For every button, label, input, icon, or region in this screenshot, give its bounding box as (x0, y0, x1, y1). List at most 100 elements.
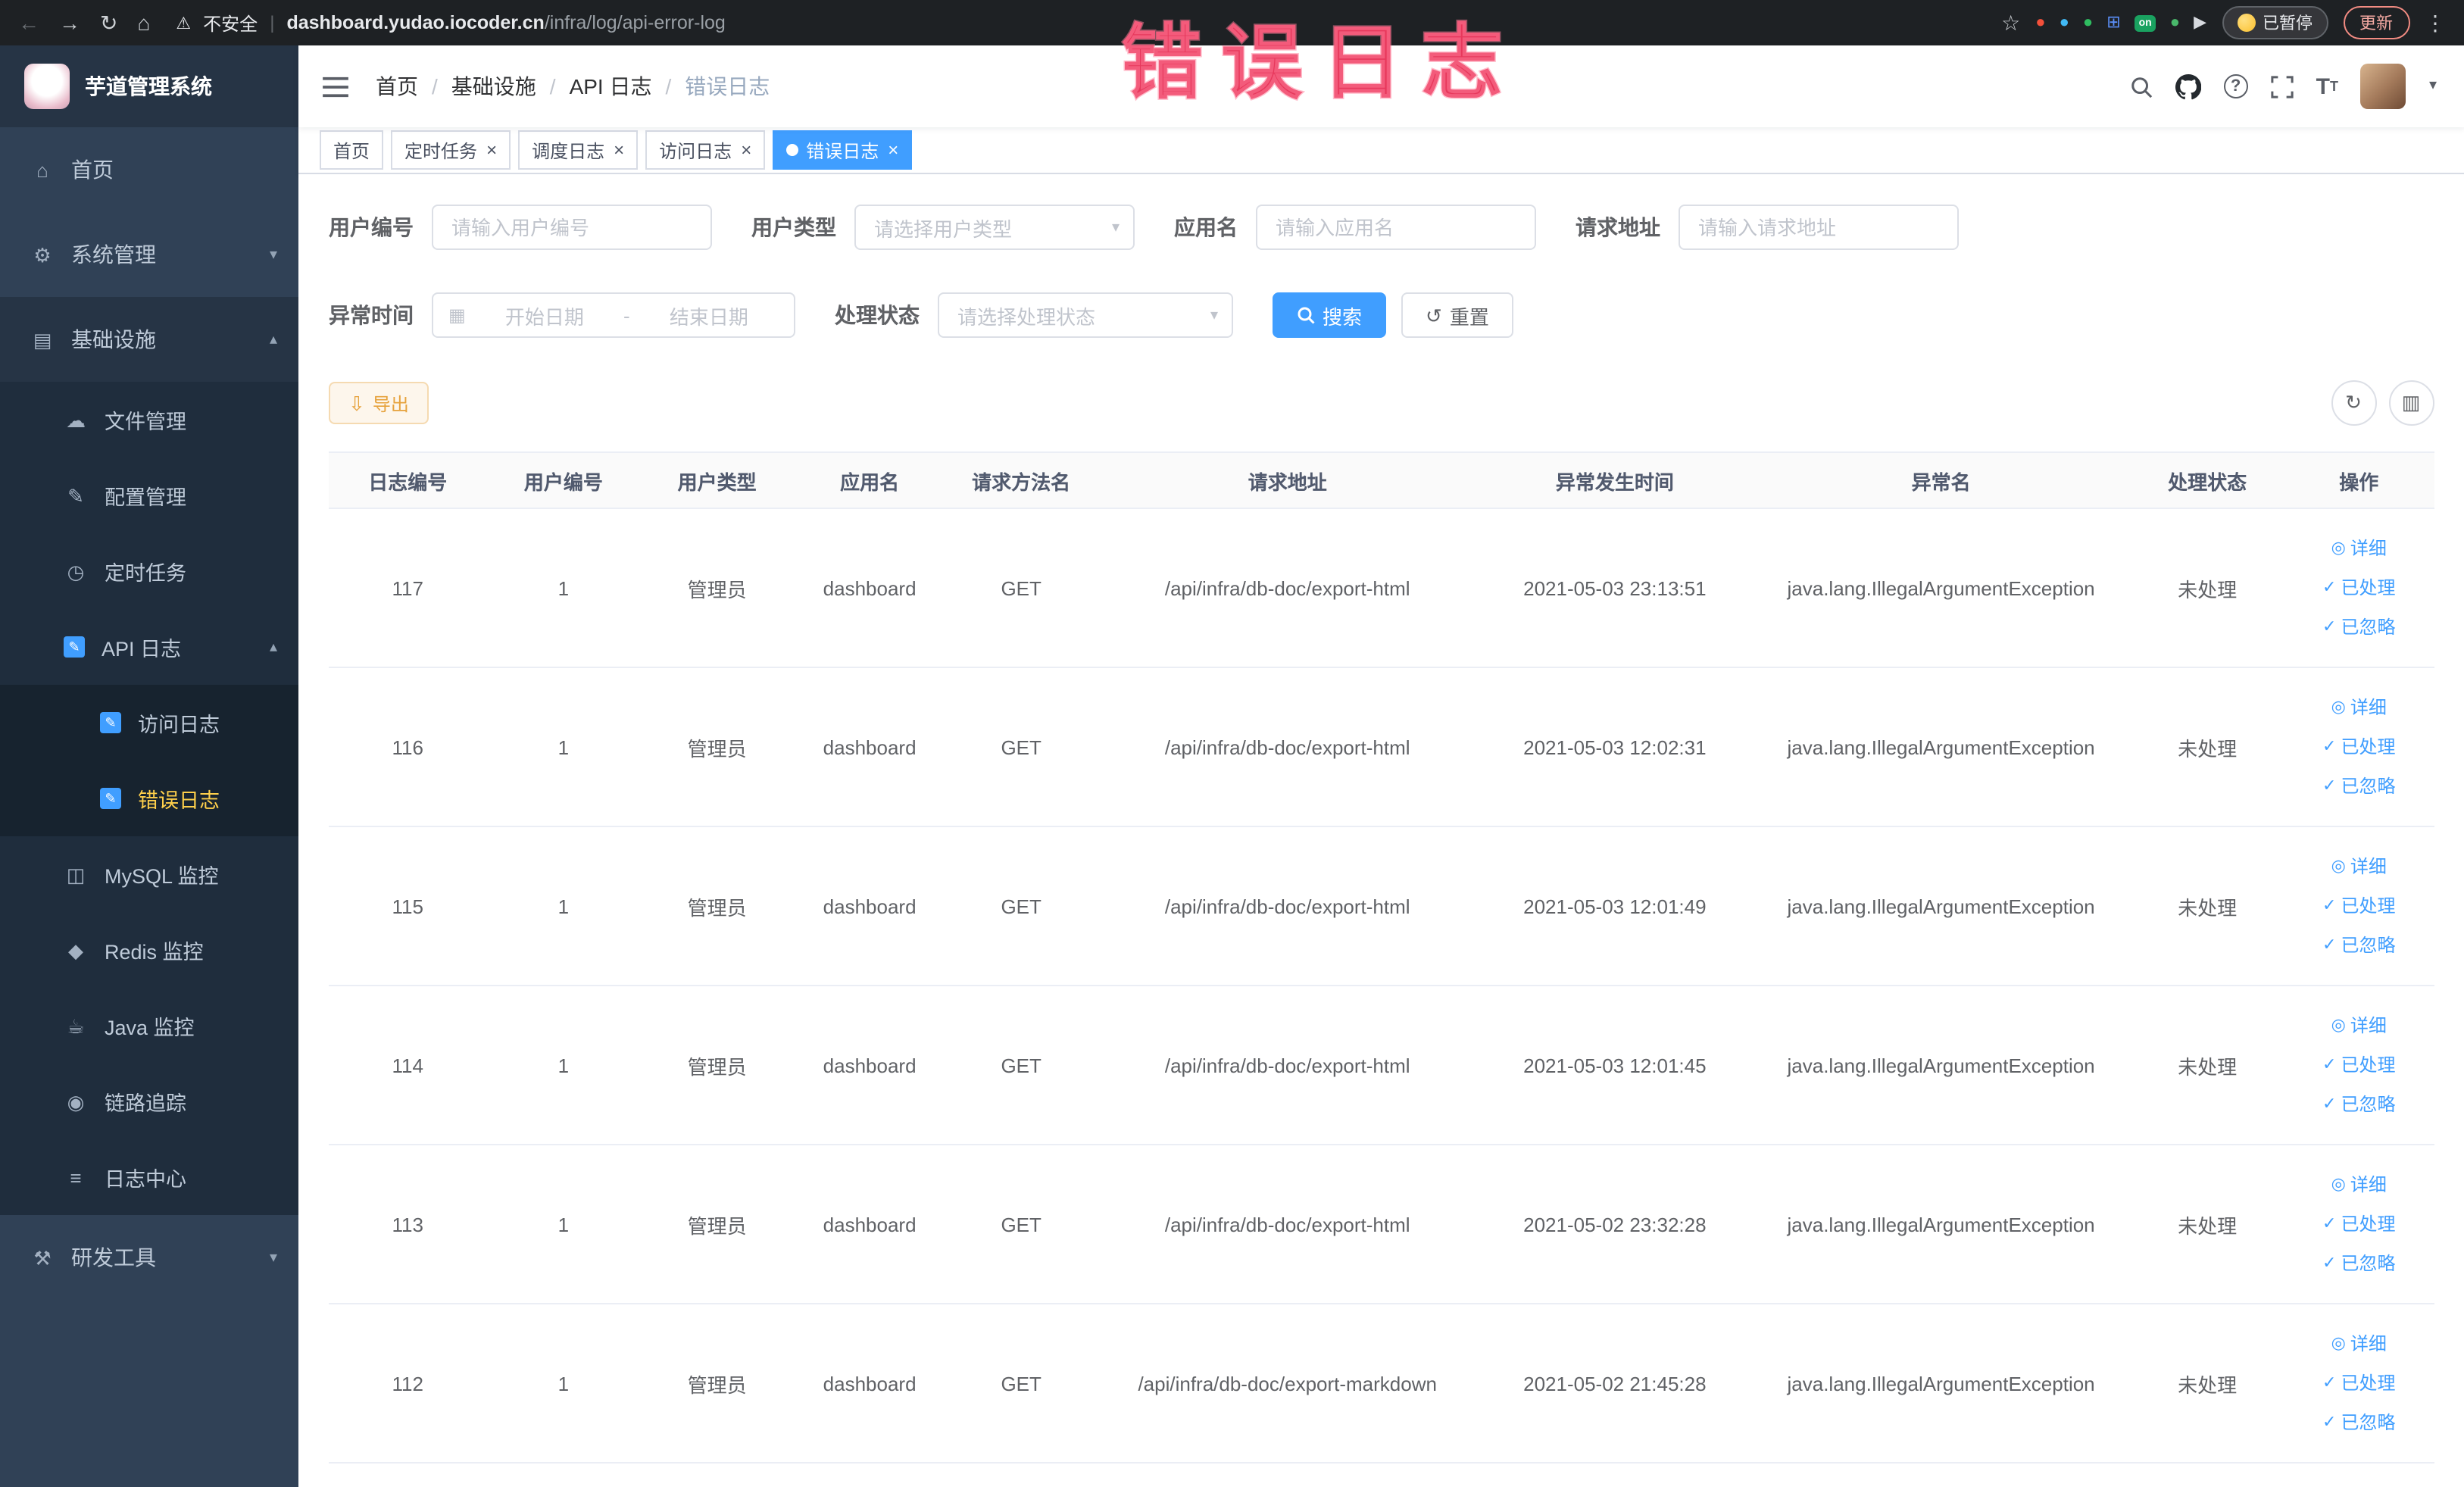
action-processed[interactable]: ✓ 已处理 (2291, 727, 2428, 767)
app-name-input[interactable] (1256, 205, 1536, 250)
browser-reload-icon[interactable]: ↻ (100, 12, 117, 33)
action-ignored[interactable]: ✓ 已忽略 (2291, 1244, 2428, 1283)
cell-log-id: 112 (329, 1304, 487, 1464)
paused-badge[interactable]: 已暂停 (2222, 6, 2328, 39)
request-url-input[interactable] (1679, 205, 1959, 250)
user-id-input[interactable] (432, 205, 712, 250)
action-processed[interactable]: ✓ 已处理 (2291, 1364, 2428, 1403)
extension-on-badge-icon[interactable]: on (2134, 14, 2156, 31)
extension-pointer-icon[interactable]: ▶ (2194, 14, 2206, 31)
hamburger-icon[interactable] (323, 75, 348, 98)
browser-back-icon[interactable]: ← (18, 12, 39, 33)
tab-home[interactable]: 首页 (320, 130, 384, 170)
bookmark-star-icon[interactable]: ☆ (2001, 12, 2020, 33)
paused-badge-label: 已暂停 (2263, 15, 2313, 33)
fullscreen-icon[interactable] (2270, 75, 2294, 98)
reset-button-label: 重置 (1449, 305, 1489, 328)
avatar-caret-down-icon[interactable]: ▾ (2429, 78, 2437, 94)
search-icon[interactable] (2130, 75, 2153, 98)
action-ignored[interactable]: ✓ 已忽略 (2291, 608, 2428, 647)
sidebar-item-system-management[interactable]: ⚙ 系统管理 ▾ (0, 212, 298, 297)
action-detail[interactable]: ◎ 详细 (2291, 1324, 2428, 1364)
action-detail-icon: ◎ (2331, 1017, 2346, 1035)
action-ignored[interactable]: ✓ 已忽略 (2291, 926, 2428, 965)
sidebar-item-error-log[interactable]: ✎ 错误日志 (0, 761, 298, 836)
action-processed[interactable]: ✓ 已处理 (2291, 1045, 2428, 1085)
browser-menu-icon[interactable]: ⋮ (2425, 12, 2446, 33)
search-button[interactable]: 搜索 (1273, 292, 1387, 338)
tab-scheduled-jobs[interactable]: 定时任务 × (391, 130, 511, 170)
action-ignored[interactable]: ✓ 已忽略 (2291, 1403, 2428, 1442)
action-ignored[interactable]: ✓ 已忽略 (2291, 767, 2428, 806)
sidebar-item-access-log[interactable]: ✎ 访问日志 (0, 685, 298, 761)
breadcrumb-item-3[interactable]: API 日志 (570, 71, 652, 102)
date-range-picker[interactable]: ▦ 开始日期 - 结束日期 (432, 292, 795, 338)
reset-button[interactable]: ↺ 重置 (1401, 292, 1513, 338)
tab-close-icon[interactable]: × (614, 139, 624, 161)
sidebar-item-mysql-monitor[interactable]: ◫ MySQL 监控 (0, 836, 298, 912)
update-button[interactable]: 更新 (2343, 6, 2409, 39)
tab-error-log[interactable]: 错误日志 × (773, 130, 913, 170)
action-detail[interactable]: ◎ 详细 (2291, 1006, 2428, 1045)
sidebar-item-log-center[interactable]: ≡ 日志中心 (0, 1139, 298, 1215)
extension-green-circle-icon[interactable]: ● (2083, 14, 2093, 31)
extension-leaf-icon[interactable]: ● (2170, 14, 2180, 31)
action-detail[interactable]: ◎ 详细 (2291, 1165, 2428, 1204)
action-ignored[interactable]: ✓ 已忽略 (2291, 1085, 2428, 1124)
security-label[interactable]: 不安全 (203, 10, 258, 36)
action-ignored-icon: ✓ (2322, 777, 2337, 795)
user-avatar[interactable] (2360, 64, 2406, 109)
breadcrumb-separator: / (432, 74, 438, 98)
cell-user-type: 管理员 (640, 1145, 795, 1304)
sidebar-item-dev-tools[interactable]: ⚒ 研发工具 ▾ (0, 1215, 298, 1300)
sidebar-item-redis-monitor[interactable]: ◆ Redis 监控 (0, 912, 298, 988)
sidebar-item-file-management[interactable]: ☁ 文件管理 (0, 382, 298, 458)
cell-url: /api/infra/db-doc/export-html (1097, 1145, 1479, 1304)
extension-red-circle-icon[interactable]: ● (2035, 14, 2045, 31)
extension-blue-drop-icon[interactable]: ● (2060, 14, 2069, 31)
column-settings-button[interactable]: ▥ (2388, 380, 2434, 426)
sidebar-item-config-management[interactable]: ✎ 配置管理 (0, 458, 298, 533)
tab-label: 调度日志 (532, 140, 605, 161)
action-detail-label: 详细 (2350, 1174, 2387, 1195)
sidebar-item-trace[interactable]: ◉ 链路追踪 (0, 1064, 298, 1139)
sidebar-item-home[interactable]: ⌂ 首页 (0, 127, 298, 212)
tab-close-icon[interactable]: × (888, 139, 898, 161)
action-detail[interactable]: ◎ 详细 (2291, 847, 2428, 886)
sidebar-item-scheduled-jobs[interactable]: ◷ 定时任务 (0, 533, 298, 609)
export-button[interactable]: ⇩ 导出 (329, 382, 429, 424)
cell-user-id: 1 (486, 667, 641, 827)
sidebar-item-api-log[interactable]: ✎ API 日志 ▴ (0, 609, 298, 685)
action-processed-label: 已处理 (2341, 577, 2396, 598)
breadcrumb-item-2[interactable]: 基础设施 (451, 71, 536, 102)
action-processed[interactable]: ✓ 已处理 (2291, 568, 2428, 608)
sidebar-item-infrastructure[interactable]: ▤ 基础设施 ▴ (0, 297, 298, 382)
action-detail[interactable]: ◎ 详细 (2291, 688, 2428, 727)
breadcrumb-item-1[interactable]: 首页 (376, 71, 418, 102)
url-text[interactable]: dashboard.yudao.iocoder.cn/infra/log/api… (286, 12, 725, 33)
extension-blue-grid-icon[interactable]: ⊞ (2106, 14, 2120, 31)
action-processed-icon: ✓ (2322, 897, 2337, 915)
sidebar-item-label: 定时任务 (105, 562, 186, 585)
github-icon[interactable] (2175, 73, 2201, 99)
browser-forward-icon[interactable]: → (59, 12, 80, 33)
sidebar-item-java-monitor[interactable]: ☕ Java 监控 (0, 988, 298, 1064)
process-status-select[interactable]: 请选择处理状态 ▾ (938, 292, 1233, 338)
refresh-table-button[interactable]: ↻ (2331, 380, 2376, 426)
user-type-select[interactable]: 请选择用户类型 ▾ (854, 205, 1135, 250)
font-size-icon[interactable]: TT (2316, 75, 2338, 98)
error-log-table: 日志编号 用户编号 用户类型 应用名 请求方法名 请求地址 异常发生时间 异常名 处理状态 操作 … (329, 451, 2434, 1464)
chevron-down-icon: ▾ (269, 246, 277, 263)
address-bar[interactable]: ⚠ 不安全 | dashboard.yudao.iocoder.cn/infra… (176, 10, 1982, 36)
action-processed[interactable]: ✓ 已处理 (2291, 1204, 2428, 1244)
tab-job-log[interactable]: 调度日志 × (518, 130, 639, 170)
action-detail[interactable]: ◎ 详细 (2291, 529, 2428, 568)
cell-time: 2021-05-03 12:01:49 (1478, 826, 1752, 986)
tab-close-icon[interactable]: × (741, 139, 751, 161)
logo[interactable]: 芋道管理系统 (0, 45, 298, 127)
tab-access-log[interactable]: 访问日志 × (645, 130, 766, 170)
action-processed[interactable]: ✓ 已处理 (2291, 886, 2428, 926)
help-icon[interactable]: ? (2223, 74, 2248, 98)
tab-close-icon[interactable]: × (486, 139, 497, 161)
browser-home-icon[interactable]: ⌂ (137, 12, 150, 33)
